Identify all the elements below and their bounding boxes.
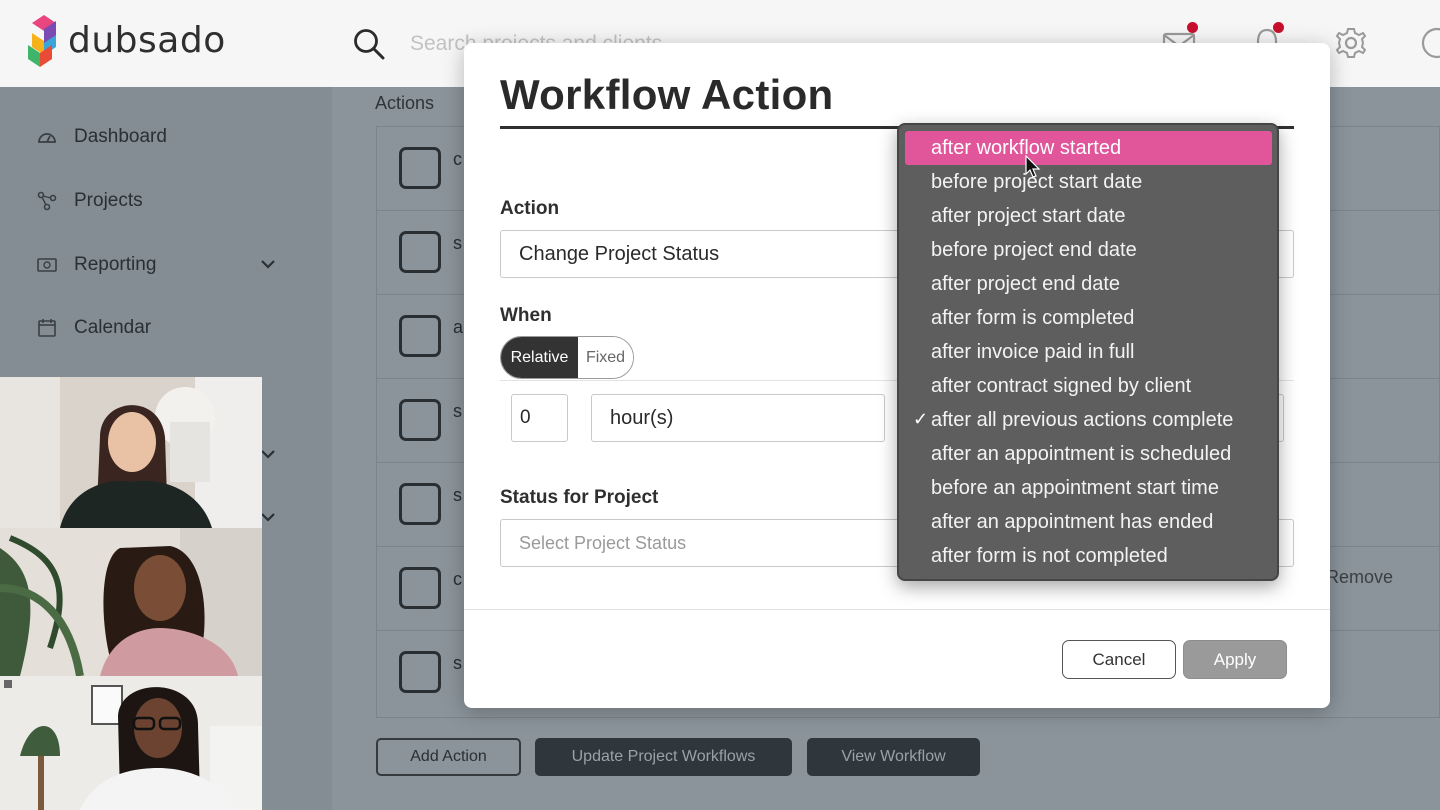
mouse-cursor-icon xyxy=(1025,155,1041,178)
participant-video-2 xyxy=(0,528,262,676)
row-text: s xyxy=(453,401,462,421)
row-checkbox[interactable] xyxy=(399,651,441,693)
dropdown-option[interactable]: before project end date xyxy=(905,233,1272,267)
row-checkbox[interactable] xyxy=(399,567,441,609)
dropdown-option[interactable]: before project start date xyxy=(905,165,1272,199)
apply-button[interactable]: Apply xyxy=(1183,640,1287,679)
gear-icon[interactable] xyxy=(1334,26,1368,60)
row-text: c xyxy=(453,569,462,589)
row-text: s xyxy=(453,653,462,673)
sidebar-item-label: Projects xyxy=(74,190,143,211)
dropdown-option[interactable]: before an appointment start time xyxy=(905,471,1272,505)
sidebar-item-label: Reporting xyxy=(74,254,157,275)
reporting-icon xyxy=(37,258,57,272)
row-text: a xyxy=(453,317,464,337)
status-label: Status for Project xyxy=(500,487,659,508)
mail-notification-dot xyxy=(1187,22,1198,33)
sidebar-item-reporting[interactable]: Reporting xyxy=(36,250,156,280)
sidebar-item-label: Dashboard xyxy=(74,126,167,147)
bell-notification-dot xyxy=(1273,22,1284,33)
sidebar-item-calendar[interactable]: Calendar xyxy=(36,313,151,343)
dubsado-logo-icon[interactable] xyxy=(26,15,62,67)
row-text: c xyxy=(453,149,462,169)
dropdown-option[interactable]: after invoice paid in full xyxy=(905,335,1272,369)
view-workflow-button[interactable]: View Workflow xyxy=(807,738,980,776)
dropdown-option[interactable]: after form is completed xyxy=(905,301,1272,335)
dropdown-option[interactable]: after form is not completed xyxy=(905,539,1272,573)
dropdown-option-checked[interactable]: ✓ after all previous actions complete xyxy=(905,403,1272,437)
when-trigger-dropdown: after workflow started before project st… xyxy=(897,123,1279,581)
unit-select[interactable]: hour(s) xyxy=(591,394,885,442)
dropdown-option[interactable]: after project start date xyxy=(905,199,1272,233)
chevron-down-icon[interactable] xyxy=(258,254,278,274)
participant-video-3 xyxy=(0,676,262,810)
modal-title: Workflow Action xyxy=(500,71,834,118)
participant-video-1 xyxy=(0,377,262,528)
action-label: Action xyxy=(500,198,560,219)
search-icon[interactable] xyxy=(352,27,386,61)
update-project-workflows-button[interactable]: Update Project Workflows xyxy=(535,738,792,776)
row-text: s xyxy=(453,485,462,505)
footer-divider xyxy=(464,609,1330,610)
checkmark-icon: ✓ xyxy=(913,409,929,429)
sidebar-item-label: Calendar xyxy=(74,317,152,338)
when-label: When xyxy=(500,305,552,326)
cancel-button[interactable]: Cancel xyxy=(1062,640,1176,679)
dropdown-option[interactable]: after an appointment is scheduled xyxy=(905,437,1272,471)
dashboard-icon xyxy=(38,133,56,143)
dropdown-option[interactable]: after an appointment has ended xyxy=(905,505,1272,539)
actions-heading: Actions xyxy=(375,93,435,113)
brand-name: dubsado xyxy=(68,20,226,61)
calendar-icon xyxy=(38,319,56,337)
when-mode-toggle: Relative Fixed xyxy=(500,336,634,379)
relative-toggle[interactable]: Relative xyxy=(501,337,578,378)
amount-input[interactable]: 0 xyxy=(511,394,568,442)
row-text: s xyxy=(453,233,462,253)
add-action-button[interactable]: Add Action xyxy=(376,738,521,776)
remove-link[interactable]: Remove xyxy=(1326,567,1393,588)
dropdown-option[interactable]: after project end date xyxy=(905,267,1272,301)
fixed-toggle[interactable]: Fixed xyxy=(578,337,633,378)
sidebar-item-projects[interactable]: Projects xyxy=(36,186,143,216)
row-checkbox[interactable] xyxy=(399,483,441,525)
projects-icon xyxy=(37,191,57,211)
sidebar-item-dashboard[interactable]: Dashboard xyxy=(36,122,167,152)
dropdown-option[interactable]: after contract signed by client xyxy=(905,369,1272,403)
help-icon[interactable] xyxy=(1420,26,1440,60)
row-checkbox[interactable] xyxy=(399,399,441,441)
row-checkbox[interactable] xyxy=(399,231,441,273)
dropdown-option-highlighted[interactable]: after workflow started xyxy=(905,131,1272,165)
dropdown-option-label: after all previous actions complete xyxy=(931,408,1234,431)
row-checkbox[interactable] xyxy=(399,147,441,189)
row-checkbox[interactable] xyxy=(399,315,441,357)
